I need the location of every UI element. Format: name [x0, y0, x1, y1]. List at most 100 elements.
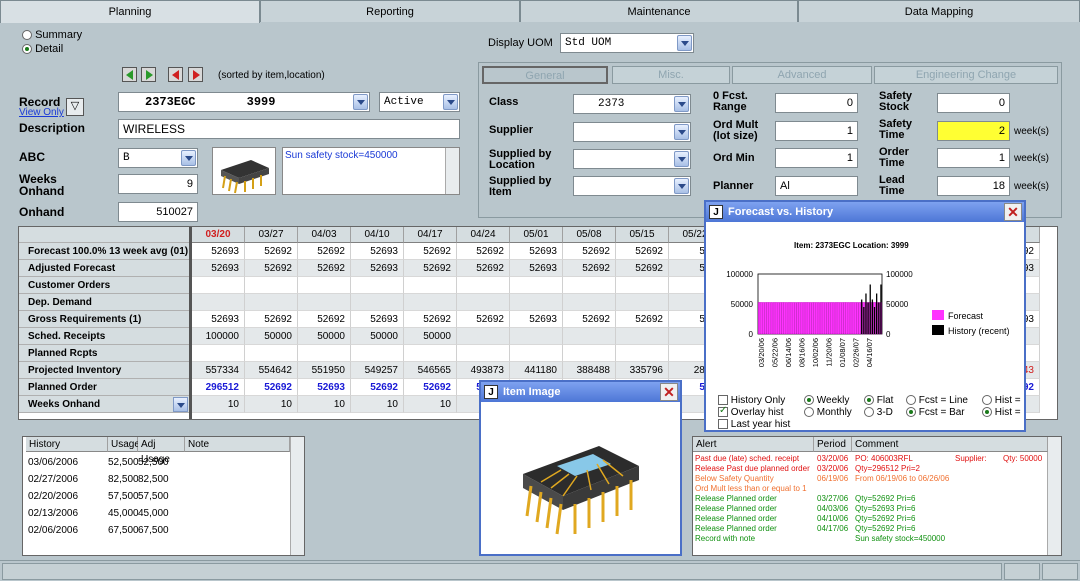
grid-cell[interactable]: 52692	[457, 243, 510, 260]
grid-cell[interactable]: 52693	[192, 311, 245, 328]
summary-radio[interactable]: Summary	[22, 29, 82, 41]
grid-cell[interactable]	[510, 328, 563, 345]
monthly-radio[interactable]	[804, 407, 814, 418]
grid-cell[interactable]: 546565	[404, 362, 457, 379]
overlay-hist-option[interactable]: Overlay hist	[718, 405, 790, 419]
grid-cell[interactable]: 551950	[298, 362, 351, 379]
grid-cell[interactable]: 52692	[245, 379, 298, 396]
monthly-option[interactable]: Monthly	[804, 407, 852, 419]
supplied-by-location-select[interactable]	[573, 149, 691, 169]
next-record-button[interactable]	[141, 67, 156, 82]
hist-bar-option[interactable]: Hist = l	[982, 407, 1022, 419]
flat-radio[interactable]	[864, 395, 874, 406]
prev-record-red-button[interactable]	[168, 67, 183, 82]
chevron-down-icon[interactable]	[674, 151, 689, 167]
grid-cell[interactable]: 388488	[563, 362, 616, 379]
fcst-line-option[interactable]: Fcst = Line	[906, 395, 968, 407]
grid-cell[interactable]	[563, 294, 616, 311]
close-icon[interactable]: ✕	[1004, 203, 1022, 221]
grid-cell[interactable]: 10	[245, 396, 298, 413]
grid-cell[interactable]	[510, 294, 563, 311]
grid-cell[interactable]	[298, 277, 351, 294]
grid-cell[interactable]: 100000	[192, 328, 245, 345]
subtab-misc[interactable]: Misc.	[612, 66, 730, 84]
grid-cell[interactable]	[245, 294, 298, 311]
grid-cell[interactable]: 493873	[457, 362, 510, 379]
chevron-down-icon[interactable]	[173, 397, 188, 412]
grid-cell[interactable]	[510, 277, 563, 294]
grid-cell[interactable]	[192, 277, 245, 294]
close-icon[interactable]: ✕	[660, 383, 678, 401]
grid-cell[interactable]: 52692	[351, 379, 404, 396]
subtab-engineering-change[interactable]: Engineering Change	[874, 66, 1058, 84]
alert-header[interactable]: Alert	[693, 437, 814, 452]
ord-mult-input[interactable]: 1	[775, 121, 858, 141]
fcst-line-radio[interactable]	[906, 395, 916, 406]
safety-time-input[interactable]: 2	[937, 121, 1010, 141]
fcst-bar-radio[interactable]	[906, 407, 916, 418]
note-scrollbar[interactable]	[445, 148, 459, 194]
hist-line-option[interactable]: Hist = l	[982, 395, 1022, 407]
grid-cell[interactable]: 52692	[457, 311, 510, 328]
item-image-window-title[interactable]: J Item Image ✕	[481, 382, 680, 402]
grid-cell[interactable]: 52692	[563, 260, 616, 277]
grid-cell[interactable]	[192, 345, 245, 362]
grid-cell[interactable]	[245, 345, 298, 362]
three-d-option[interactable]: 3-D	[864, 407, 893, 419]
history-panel[interactable]: History Usage Adj Usage Note 03/06/2006 52,50…	[22, 436, 305, 556]
fcst-bar-option[interactable]: Fcst = Bar	[906, 407, 968, 419]
grid-cell[interactable]: 10	[298, 396, 351, 413]
last-year-hist-checkbox[interactable]	[718, 419, 728, 430]
grid-cell[interactable]	[510, 345, 563, 362]
hist-line-radio[interactable]	[982, 395, 992, 406]
grid-cell[interactable]	[457, 294, 510, 311]
tab-maintenance[interactable]: Maintenance	[520, 0, 798, 22]
class-select[interactable]: 2373	[573, 94, 691, 114]
grid-cell[interactable]	[616, 345, 669, 362]
grid-cell[interactable]	[351, 345, 404, 362]
grid-cell[interactable]: 52692	[457, 260, 510, 277]
flat-option[interactable]: Flat	[864, 395, 893, 407]
forecast-vs-history-window[interactable]: J Forecast vs. History ✕ Item: 2373EGC Loc…	[704, 200, 1026, 432]
next-record-red-button[interactable]	[188, 67, 203, 82]
grid-cell[interactable]: 10	[192, 396, 245, 413]
three-d-radio[interactable]	[864, 407, 874, 418]
grid-cell[interactable]: 50000	[404, 328, 457, 345]
chevron-down-icon[interactable]	[674, 178, 689, 194]
grid-cell[interactable]: 52693	[510, 260, 563, 277]
detail-radio[interactable]: Detail	[22, 43, 63, 55]
grid-cell[interactable]: 441180	[510, 362, 563, 379]
alert-header[interactable]: Period	[814, 437, 852, 452]
grid-cell[interactable]	[404, 345, 457, 362]
forecast-window-title[interactable]: J Forecast vs. History ✕	[706, 202, 1024, 222]
chevron-down-icon[interactable]	[674, 124, 689, 140]
chevron-down-icon[interactable]	[443, 94, 458, 110]
grid-cell[interactable]: 52692	[245, 243, 298, 260]
last-year-hist-option[interactable]: Last year hist	[718, 419, 790, 431]
abc-select[interactable]: B	[118, 148, 198, 168]
grid-cell[interactable]: 52692	[563, 311, 616, 328]
view-only-link[interactable]: View Only	[19, 107, 64, 118]
status-select[interactable]: Active	[379, 92, 460, 112]
chevron-down-icon[interactable]	[674, 96, 689, 112]
grid-cell[interactable]: 52692	[404, 243, 457, 260]
weekly-radio[interactable]	[804, 395, 814, 406]
grid-cell[interactable]	[298, 345, 351, 362]
history-only-option[interactable]: History Only	[718, 395, 790, 407]
grid-cell[interactable]: 50000	[351, 328, 404, 345]
filter-icon[interactable]: ▽	[66, 98, 84, 116]
alert-header[interactable]: Comment	[852, 437, 1048, 452]
grid-cell[interactable]: 52693	[298, 379, 351, 396]
grid-cell[interactable]: 52692	[616, 260, 669, 277]
grid-cell[interactable]: 52692	[404, 260, 457, 277]
detail-radio-dot[interactable]	[22, 44, 32, 55]
tab-data-mapping[interactable]: Data Mapping	[798, 0, 1080, 22]
grid-cell[interactable]: 549257	[351, 362, 404, 379]
grid-cell[interactable]: 52692	[616, 311, 669, 328]
history-header[interactable]: Adj Usage	[138, 437, 185, 465]
grid-cell[interactable]: 10	[351, 396, 404, 413]
supplied-by-item-select[interactable]	[573, 176, 691, 196]
grid-cell[interactable]: 52693	[351, 260, 404, 277]
grid-cell[interactable]	[404, 294, 457, 311]
grid-cell[interactable]	[457, 277, 510, 294]
